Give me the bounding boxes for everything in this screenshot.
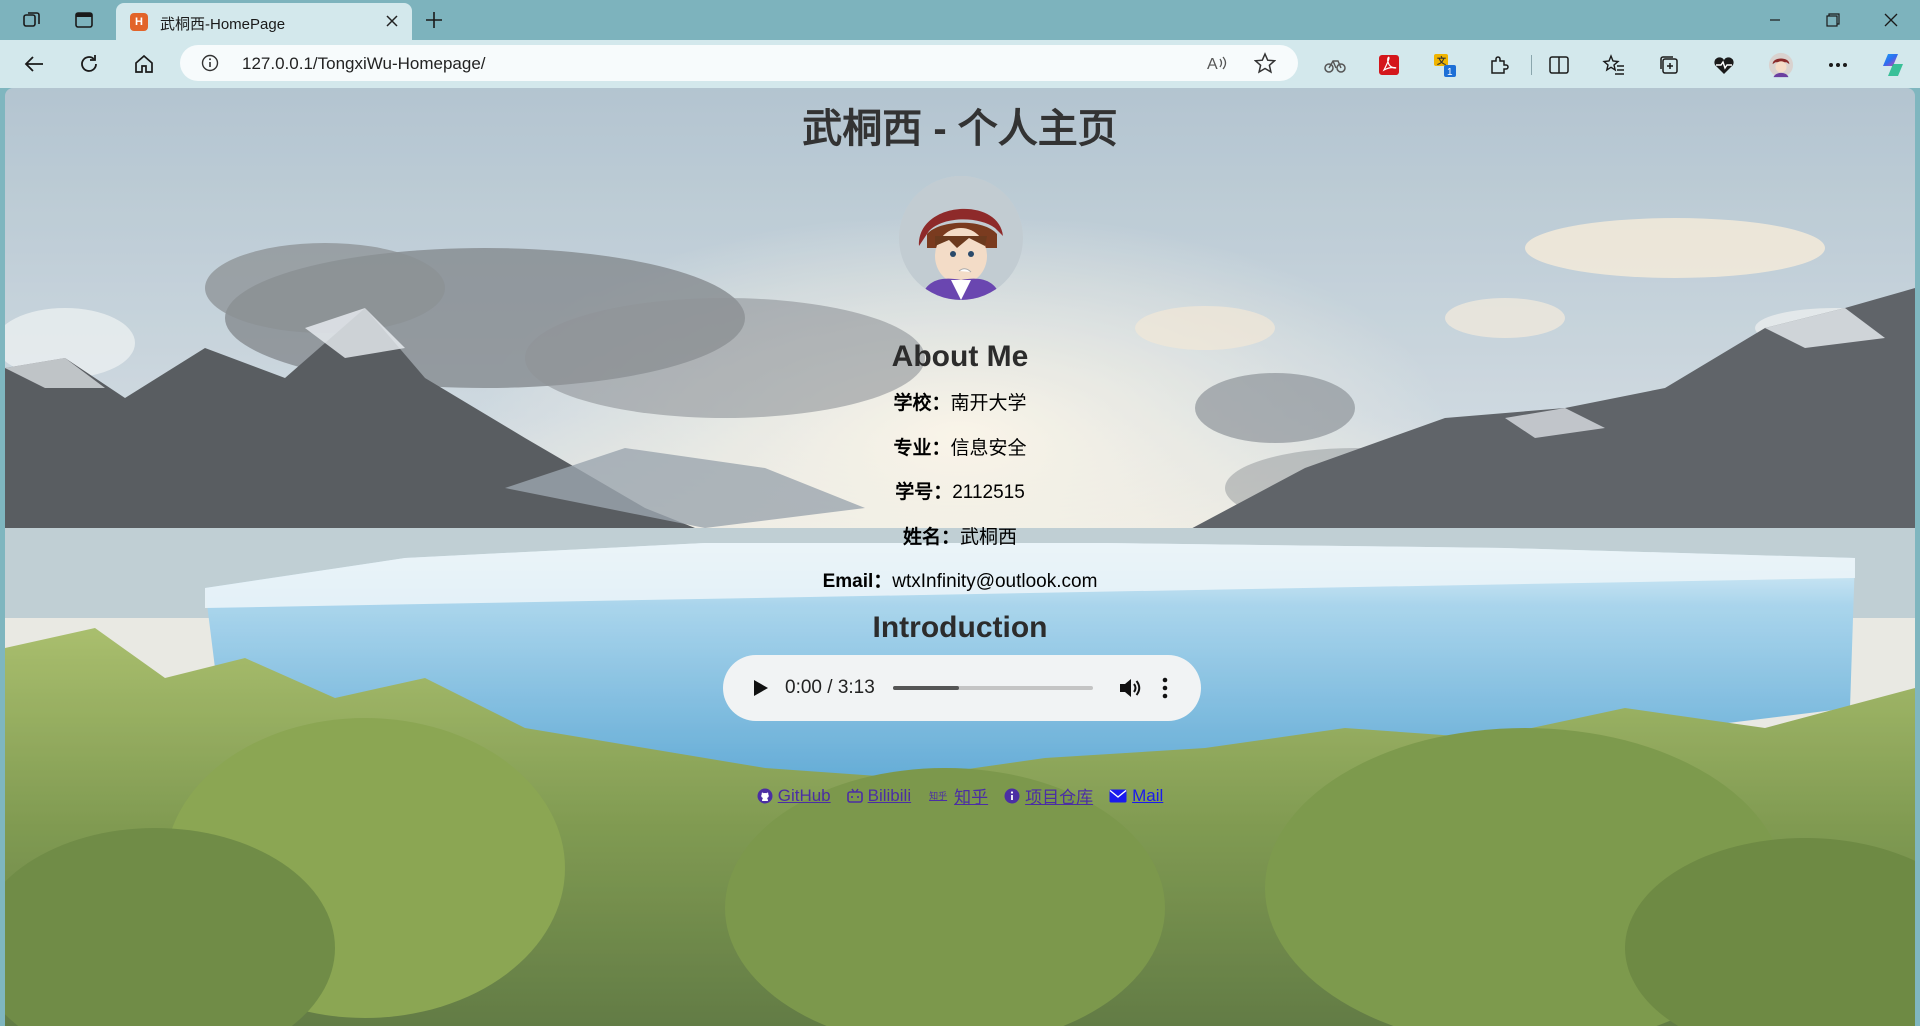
svg-text:A: A bbox=[1207, 56, 1218, 73]
profile-avatar[interactable] bbox=[1768, 52, 1794, 78]
volume-icon[interactable] bbox=[1117, 675, 1143, 701]
browser-tab-bar: H 武桐西-HomePage bbox=[0, 0, 1920, 40]
favorite-star-icon[interactable] bbox=[1254, 52, 1276, 74]
favorites-icon[interactable] bbox=[1601, 52, 1627, 78]
mail-icon bbox=[1109, 788, 1127, 804]
audio-time: 0:00 / 3:13 bbox=[785, 677, 875, 698]
browser-essentials-icon[interactable] bbox=[1711, 52, 1737, 78]
read-aloud-icon[interactable]: A bbox=[1206, 52, 1228, 74]
social-links: GitHub Bilibili 知乎 知乎 项目仓库 Mail bbox=[5, 783, 1915, 808]
info-label: 专业： bbox=[893, 438, 951, 459]
link-label[interactable]: Bilibili bbox=[868, 786, 911, 806]
info-row-student-id: 学号：2112515 bbox=[5, 477, 1915, 504]
link-bilibili[interactable]: Bilibili bbox=[846, 783, 911, 808]
avatar-illustration-icon bbox=[899, 176, 1023, 300]
translate-extension-icon[interactable]: 文1 bbox=[1432, 52, 1458, 78]
info-value: 信息安全 bbox=[950, 438, 1027, 459]
info-icon bbox=[1004, 788, 1020, 804]
link-github[interactable]: GitHub bbox=[757, 783, 831, 808]
link-label[interactable]: Mail bbox=[1132, 786, 1163, 806]
tab-close-icon[interactable] bbox=[382, 11, 402, 31]
address-bar[interactable]: 127.0.0.1/TongxiWu-Homepage/ A bbox=[180, 45, 1298, 81]
new-tab-button[interactable] bbox=[422, 8, 446, 32]
url-text[interactable]: 127.0.0.1/TongxiWu-Homepage/ bbox=[242, 54, 486, 74]
info-label: 学校： bbox=[893, 393, 951, 414]
home-button[interactable] bbox=[130, 50, 158, 78]
info-row-major: 专业：信息安全 bbox=[5, 433, 1915, 460]
svg-text:1: 1 bbox=[1447, 67, 1453, 78]
info-label: Email： bbox=[822, 571, 893, 592]
audio-more-options-icon[interactable] bbox=[1159, 675, 1171, 701]
audio-progress-track[interactable] bbox=[893, 686, 1093, 690]
restore-button[interactable] bbox=[1810, 0, 1856, 40]
tab-favicon-icon: H bbox=[130, 13, 148, 31]
page-title: 武桐西 - 个人主页 bbox=[802, 107, 1118, 151]
workspaces-icon[interactable] bbox=[20, 8, 44, 32]
info-value: 2112515 bbox=[952, 482, 1025, 503]
link-label[interactable]: GitHub bbox=[778, 786, 831, 806]
play-icon[interactable] bbox=[749, 677, 771, 699]
zhihu-icon: 知乎 bbox=[929, 791, 948, 801]
info-row-email: Email：wtxInfinity@outlook.com bbox=[5, 566, 1915, 593]
link-label[interactable]: 项目仓库 bbox=[1025, 783, 1093, 808]
info-value: 武桐西 bbox=[960, 527, 1018, 548]
pdf-extension-icon[interactable] bbox=[1376, 52, 1402, 78]
github-icon bbox=[757, 788, 773, 804]
browser-toolbar: 127.0.0.1/TongxiWu-Homepage/ A 文1 bbox=[0, 40, 1920, 88]
link-label[interactable]: 知乎 bbox=[954, 783, 988, 808]
collections-icon[interactable] bbox=[1656, 52, 1682, 78]
more-options-icon[interactable] bbox=[1825, 52, 1851, 78]
refresh-button[interactable] bbox=[75, 50, 103, 78]
minimize-button[interactable] bbox=[1752, 0, 1798, 40]
audio-player[interactable]: 0:00 / 3:13 bbox=[723, 655, 1201, 721]
info-row-name: 姓名：武桐西 bbox=[5, 522, 1915, 549]
site-info-icon[interactable] bbox=[200, 53, 220, 73]
info-value: 南开大学 bbox=[950, 393, 1027, 414]
link-zhihu[interactable]: 知乎 知乎 bbox=[927, 783, 988, 808]
avatar bbox=[899, 176, 1023, 300]
back-button[interactable] bbox=[20, 50, 48, 78]
svg-text:文: 文 bbox=[1436, 55, 1447, 66]
about-me-heading: About Me bbox=[891, 340, 1029, 373]
introduction-heading: Introduction bbox=[872, 611, 1048, 644]
info-row-school: 学校：南开大学 bbox=[5, 388, 1915, 415]
toolbar-divider bbox=[1531, 55, 1532, 75]
active-tab[interactable]: H 武桐西-HomePage bbox=[116, 3, 412, 40]
copilot-icon[interactable] bbox=[1880, 52, 1906, 78]
info-label: 姓名： bbox=[902, 527, 960, 548]
info-value: wtxInfinity@outlook.com bbox=[892, 571, 1098, 592]
tab-title: 武桐西-HomePage bbox=[160, 16, 286, 33]
performance-icon[interactable] bbox=[1322, 52, 1348, 78]
link-project-repo[interactable]: 项目仓库 bbox=[1004, 783, 1093, 808]
extensions-icon[interactable] bbox=[1486, 52, 1512, 78]
info-label: 学号： bbox=[895, 482, 953, 503]
bilibili-icon bbox=[846, 788, 863, 804]
homepage-content: 武桐西 - 个人主页 About Me 学校：南开大学 专业：信息安全 学号：2… bbox=[5, 88, 1915, 1026]
split-screen-icon[interactable] bbox=[1546, 52, 1572, 78]
page-viewport: 武桐西 - 个人主页 About Me 学校：南开大学 专业：信息安全 学号：2… bbox=[5, 88, 1915, 1026]
tab-actions-icon[interactable] bbox=[72, 8, 96, 32]
link-mail[interactable]: Mail bbox=[1109, 783, 1163, 808]
audio-buffered-fill bbox=[893, 686, 959, 690]
close-window-button[interactable] bbox=[1868, 0, 1914, 40]
